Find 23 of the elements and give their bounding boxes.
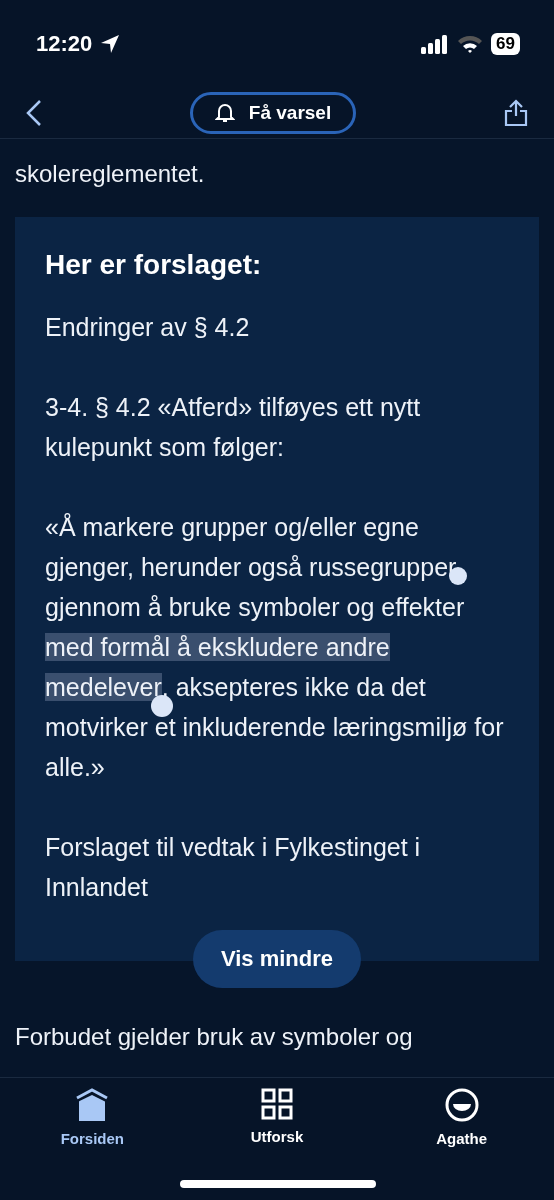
tab-item[interactable]: Forsiden bbox=[27, 1088, 158, 1158]
alert-button[interactable]: Få varsel bbox=[189, 92, 357, 134]
location-arrow-icon bbox=[100, 34, 121, 54]
article-text: Forbudet gjelder bruk av symboler og bbox=[15, 1022, 414, 1052]
proposal-paragraph: Endringer av § 4.2 bbox=[45, 312, 251, 343]
smiley-icon bbox=[444, 1088, 479, 1122]
proposal-title: Her er forslaget: bbox=[45, 249, 263, 281]
signal-icon bbox=[421, 34, 450, 54]
bell-icon bbox=[214, 102, 235, 124]
battery-indicator: 69 bbox=[491, 33, 520, 55]
article-text: skolereglementet. bbox=[15, 159, 206, 189]
tab-item[interactable]: Utforsk bbox=[212, 1088, 342, 1158]
status-time: 12:20 bbox=[36, 31, 93, 57]
tab-item[interactable]: Agathe bbox=[396, 1088, 527, 1158]
share-icon[interactable] bbox=[504, 99, 528, 127]
proposal-paragraph: Forslaget til vedtak i Fylkestinget i Innlandet bbox=[45, 832, 422, 903]
grid-icon bbox=[261, 1088, 293, 1120]
selection-handle[interactable] bbox=[150, 695, 173, 717]
show-less-button[interactable]: Vis mindre bbox=[192, 930, 362, 988]
back-icon[interactable] bbox=[26, 99, 42, 127]
wifi-icon bbox=[457, 34, 484, 54]
proposal-paragraph: 3-4. § 4.2 «Atferd» tilføyes ett nytt kulepunkt som følger: bbox=[45, 392, 422, 463]
home-icon bbox=[75, 1088, 110, 1122]
